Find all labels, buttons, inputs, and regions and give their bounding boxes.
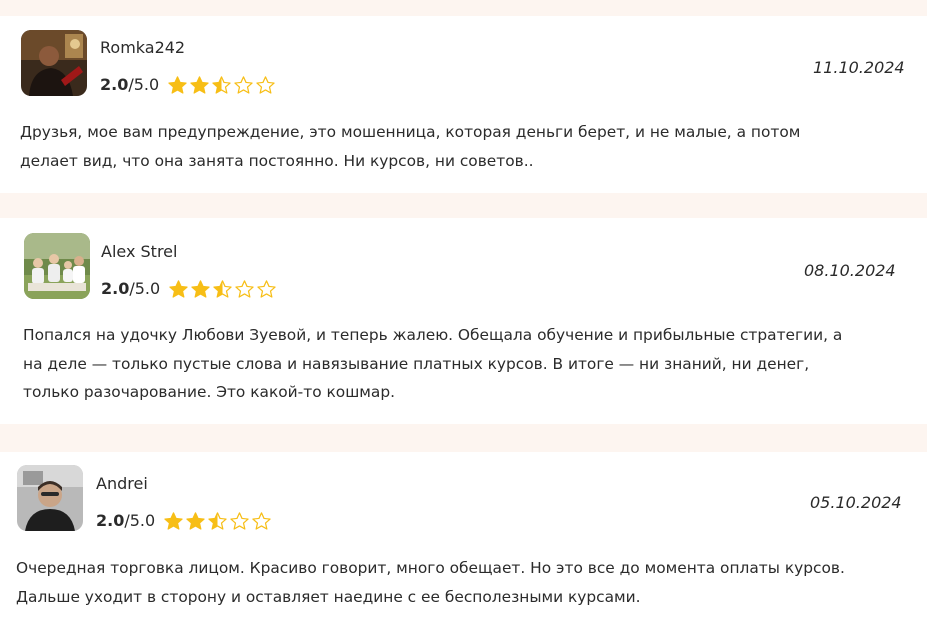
review-date: 08.10.2024 [804,261,896,280]
star-full-icon [191,279,210,298]
star-full-icon [169,279,188,298]
rating: 2.0/5.0 [100,73,276,97]
review-card: Alex Strel 2.0/5.0 08.10.2024 Попался на… [0,218,927,424]
rating-score: 2.0/5.0 [100,75,160,94]
star-full-icon [190,75,209,94]
star-half-icon [213,279,232,298]
author-name[interactable]: Alex Strel [101,242,177,262]
review-card: Romka242 2.0/5.0 11.10.2024 Друзья, мое … [0,16,927,193]
star-empty-icon [252,511,271,530]
author-name[interactable]: Romka242 [100,38,185,58]
rating: 2.0/5.0 [96,509,272,533]
rating-score: 2.0/5.0 [96,511,156,530]
review-text-line: делает вид, что она занята постоянно. Ни… [20,151,534,170]
star-empty-icon [235,279,254,298]
review-date: 05.10.2024 [810,493,902,512]
star-empty-icon [257,279,276,298]
review-text: Попался на удочку Любови Зуевой, и тепер… [23,321,842,407]
rating: 2.0/5.0 [101,277,277,301]
star-full-icon [168,75,187,94]
star-empty-icon [234,75,253,94]
review-text: Друзья, мое вам предупреждение, это моше… [20,118,800,175]
review-text-line: Попался на удочку Любови Зуевой, и тепер… [23,326,843,344]
review-date: 11.10.2024 [813,58,905,77]
star-full-icon [164,511,183,530]
star-empty-icon [230,511,249,530]
rating-score: 2.0/5.0 [101,279,161,298]
author-name[interactable]: Andrei [96,474,148,494]
review-text-line: Друзья, мое вам предупреждение, это моше… [20,123,801,141]
person-portrait-icon[interactable] [21,30,87,96]
star-half-icon [212,75,231,94]
review-text: Очередная торговка лицом. Красиво говори… [16,554,845,611]
review-text-line: Дальше уходит в сторону и оставляет наед… [16,587,641,606]
star-rating [163,511,272,532]
star-rating [168,279,277,300]
family-photo-icon[interactable] [24,233,90,299]
star-empty-icon [256,75,275,94]
star-full-icon [186,511,205,530]
review-card: Andrei 2.0/5.0 05.10.2024 Очередная торг… [0,452,927,631]
review-text-line: на деле — только пустые слова и навязыва… [23,354,810,373]
review-text-line: только разочарование. Это какой-то кошма… [23,383,396,401]
star-rating [167,75,276,96]
man-portrait-icon[interactable] [17,465,83,531]
review-text-line: Очередная торговка лицом. Красиво говори… [16,559,845,577]
star-half-icon [208,511,227,530]
